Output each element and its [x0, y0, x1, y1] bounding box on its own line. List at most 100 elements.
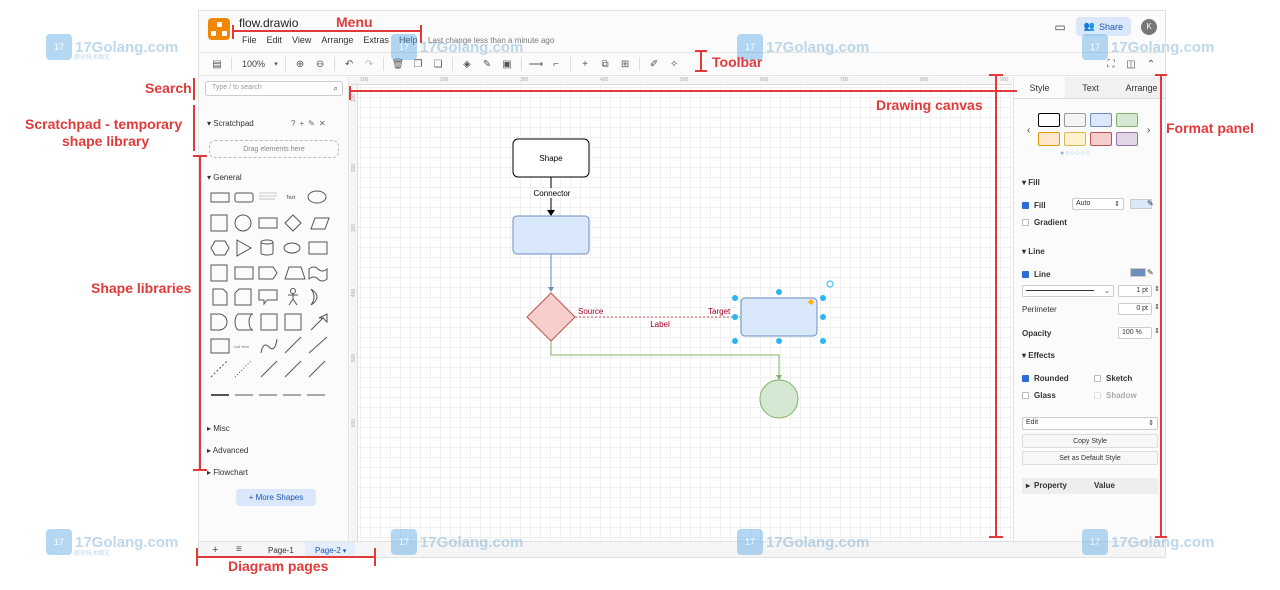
- property-table-header[interactable]: ▸ Property Value: [1022, 478, 1158, 494]
- general-shape-grid[interactable]: List Item Text: [207, 187, 337, 407]
- table-icon[interactable]: ⊞: [615, 59, 635, 70]
- edit-icon[interactable]: ✎: [1147, 268, 1154, 277]
- tab-style[interactable]: Style: [1014, 77, 1065, 98]
- diagram[interactable]: Shape Connector Source Target Label: [350, 77, 1012, 541]
- tab-arrange[interactable]: Arrange: [1116, 77, 1165, 98]
- fill-mode-select[interactable]: Auto ⇕: [1072, 198, 1124, 210]
- menu-edit[interactable]: Edit: [262, 35, 288, 45]
- to-back-icon[interactable]: ❏: [428, 59, 448, 70]
- opacity-stepper[interactable]: 100 %: [1118, 327, 1152, 339]
- menu-extras[interactable]: Extras: [358, 35, 394, 45]
- edit-icon[interactable]: ✎: [1147, 199, 1154, 208]
- stepper-arrows-icon[interactable]: ⇕: [1154, 303, 1160, 311]
- scratchpad-tools[interactable]: ?+✎✕: [291, 119, 330, 128]
- search-placeholder: Type / to search: [212, 84, 262, 91]
- shape-step: [258, 266, 278, 280]
- stepper-arrows-icon[interactable]: ⇕: [1154, 285, 1160, 293]
- perimeter-stepper[interactable]: 0 pt: [1118, 303, 1152, 315]
- line-color-swatch[interactable]: [1130, 268, 1146, 277]
- connection-icon[interactable]: ⟶: [526, 59, 546, 70]
- insert-icon[interactable]: +: [575, 59, 595, 70]
- style-swatch[interactable]: [1064, 132, 1086, 146]
- scratchpad-header[interactable]: ▾ Scratchpad: [207, 119, 254, 128]
- add-icon[interactable]: +: [299, 119, 308, 128]
- fill-color-icon[interactable]: ◈: [457, 59, 477, 70]
- menu-file[interactable]: File: [237, 35, 262, 45]
- edit-icon[interactable]: ✎: [308, 119, 319, 128]
- flowchart-header[interactable]: ▸ Flowchart: [207, 468, 248, 477]
- search-icon[interactable]: ⌕: [334, 84, 338, 94]
- more-shapes-button[interactable]: + More Shapes: [236, 489, 316, 506]
- to-front-icon[interactable]: ❐: [408, 59, 428, 70]
- pages-menu-icon[interactable]: ≡: [236, 544, 242, 555]
- drawing-canvas[interactable]: 100 200 300 400 500 600 700 800 900 100 …: [350, 77, 1012, 541]
- chevron-right-icon[interactable]: ›: [1147, 125, 1150, 136]
- magic-icon[interactable]: ✧: [664, 59, 684, 70]
- line-color-icon[interactable]: ✎: [477, 59, 497, 70]
- format-panel-icon[interactable]: ▤: [207, 59, 227, 70]
- sketch-checkbox[interactable]: [1094, 375, 1101, 382]
- set-default-style-button[interactable]: Set as Default Style: [1022, 451, 1158, 465]
- drawio-window: flow.drawio File Edit View Arrange Extra…: [198, 10, 1166, 558]
- search-input[interactable]: Type / to search ⌕: [205, 81, 343, 96]
- style-swatch[interactable]: [1116, 113, 1138, 127]
- rounded-checkbox[interactable]: [1022, 375, 1029, 382]
- zoom-out-icon[interactable]: ⊖: [310, 59, 330, 70]
- glass-label: Glass: [1034, 391, 1056, 400]
- avatar[interactable]: K: [1141, 18, 1157, 35]
- glass-checkbox[interactable]: [1022, 392, 1029, 399]
- blue-edge-arrowhead: [548, 287, 554, 292]
- shadow-checkbox[interactable]: [1094, 392, 1101, 399]
- edit-select[interactable]: Edit ⇕: [1022, 417, 1158, 430]
- panel-icon[interactable]: ◫: [1121, 59, 1141, 70]
- shape-node-label: Shape: [539, 154, 563, 163]
- redo-icon[interactable]: ↷: [359, 59, 379, 70]
- annotation-canvas-line-v: [349, 86, 351, 100]
- page-tab-1[interactable]: Page-1: [268, 546, 294, 555]
- annotation-scratchpad-2: shape library: [62, 133, 150, 149]
- fill-checkbox[interactable]: [1022, 202, 1029, 209]
- shape-icon[interactable]: ⧉: [595, 59, 615, 70]
- waypoints-icon[interactable]: ⌐: [546, 59, 566, 70]
- line-pattern-select[interactable]: ⌄: [1022, 285, 1114, 297]
- fullscreen-icon[interactable]: ⛶: [1101, 59, 1121, 70]
- tab-text[interactable]: Text: [1065, 77, 1116, 98]
- style-swatch[interactable]: [1064, 113, 1086, 127]
- stepper-arrows-icon[interactable]: ⇕: [1154, 327, 1160, 335]
- scratchpad-drop-zone[interactable]: Drag elements here: [209, 140, 339, 158]
- shape-frame: [284, 313, 302, 331]
- undo-icon[interactable]: ↶: [339, 59, 359, 70]
- style-swatch[interactable]: [1038, 132, 1060, 146]
- style-swatch[interactable]: [1090, 113, 1112, 127]
- menu-arrange[interactable]: Arrange: [316, 35, 358, 45]
- zoom-in-icon[interactable]: ⊕: [290, 59, 310, 70]
- swatch-page-dots[interactable]: ●○○○○○: [1060, 150, 1091, 157]
- effects-section-header[interactable]: ▾ Effects: [1022, 351, 1055, 360]
- delete-icon[interactable]: 🗑: [388, 59, 408, 70]
- add-page-icon[interactable]: +: [212, 544, 218, 556]
- shape-dashed-line: [210, 360, 228, 378]
- comments-icon[interactable]: ▭: [1054, 20, 1065, 34]
- gradient-checkbox[interactable]: [1022, 219, 1029, 226]
- zoom-select[interactable]: 100%: [236, 59, 271, 69]
- shadow-icon[interactable]: ▣: [497, 59, 517, 70]
- close-icon[interactable]: ✕: [319, 119, 330, 128]
- style-swatch[interactable]: [1038, 113, 1060, 127]
- line-checkbox[interactable]: [1022, 271, 1029, 278]
- misc-header[interactable]: ▸ Misc: [207, 424, 230, 433]
- shape-card: [234, 288, 252, 306]
- collapse-icon[interactable]: ⌃: [1141, 59, 1161, 70]
- menu-view[interactable]: View: [287, 35, 316, 45]
- watermark-logo-icon: 17: [391, 34, 417, 60]
- copy-style-button[interactable]: Copy Style: [1022, 434, 1158, 448]
- edit-icon[interactable]: ✐: [644, 59, 664, 70]
- chevron-left-icon[interactable]: ‹: [1027, 125, 1030, 136]
- style-swatch[interactable]: [1116, 132, 1138, 146]
- style-swatch[interactable]: [1090, 132, 1112, 146]
- general-header[interactable]: ▾ General: [207, 173, 242, 182]
- line-width-stepper[interactable]: 1 pt: [1118, 285, 1152, 297]
- advanced-header[interactable]: ▸ Advanced: [207, 446, 248, 455]
- fill-section-header[interactable]: ▾ Fill: [1022, 178, 1040, 187]
- document-title[interactable]: flow.drawio: [239, 16, 298, 30]
- line-section-header[interactable]: ▾ Line: [1022, 247, 1045, 256]
